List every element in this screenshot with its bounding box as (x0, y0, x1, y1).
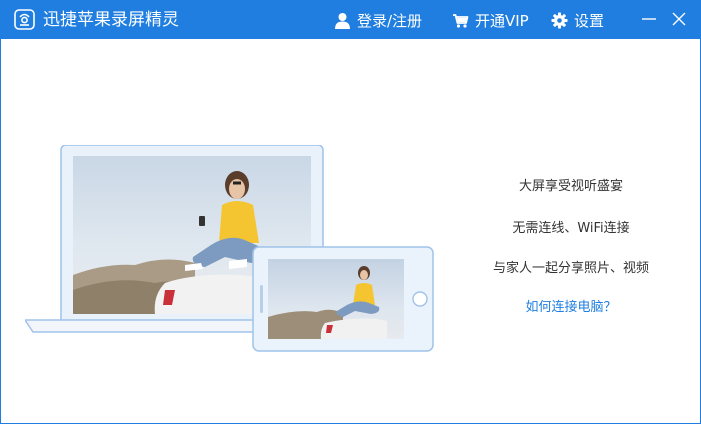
feature-item-wifi: 无需连线、WiFi连接 (512, 221, 630, 236)
login-register-button[interactable]: 登录/注册 (334, 9, 422, 31)
login-register-label: 登录/注册 (357, 11, 423, 30)
app-title: 迅捷苹果录屏精灵 (43, 10, 179, 30)
feature-item-share: 与家人一起分享照片、视频 (492, 261, 649, 276)
minimize-icon[interactable] (638, 8, 660, 30)
open-vip-label: 开通VIP (475, 11, 529, 30)
screen-recorder-logo-icon (14, 9, 35, 30)
settings-label: 设置 (574, 11, 605, 30)
main-content: 大屏享受视听盛宴 无需连线、WiFi连接 与家人一起分享照片、视频 如何连接电脑… (1, 39, 701, 424)
close-icon[interactable] (668, 8, 690, 30)
user-icon (335, 12, 350, 29)
feature-item-big-screen: 大屏享受视听盛宴 (518, 179, 623, 194)
title-bar[interactable]: 迅捷苹果录屏精灵 登录/注册 开通VIP 设置 (1, 0, 701, 39)
device-illustration (25, 145, 434, 352)
phone-illustration (252, 246, 434, 352)
how-to-connect-link[interactable]: 如何连接电脑？ (471, 296, 671, 315)
gear-icon (551, 12, 568, 28)
open-vip-button[interactable]: 开通VIP (452, 9, 529, 31)
settings-button[interactable]: 设置 (551, 9, 604, 31)
app-window: 迅捷苹果录屏精灵 登录/注册 开通VIP 设置 大屏享受视听盛宴 无需连线、Wi… (0, 0, 701, 424)
cart-icon (453, 13, 469, 28)
